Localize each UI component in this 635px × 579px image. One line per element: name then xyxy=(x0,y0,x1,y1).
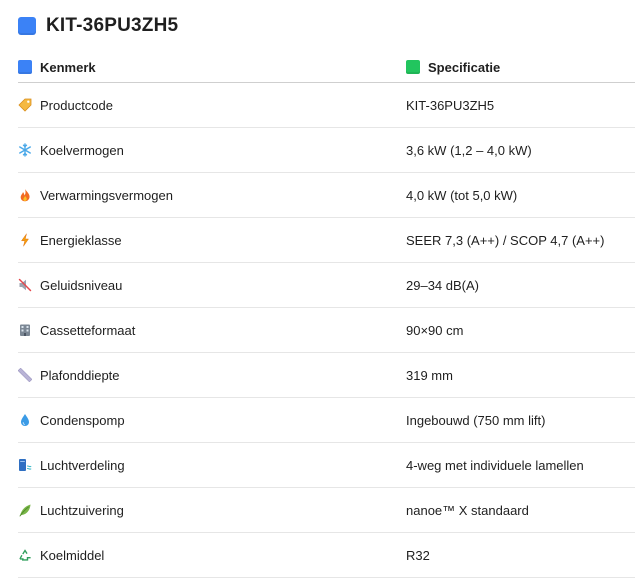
table-row: Luchtzuivering nanoe™ X standaard xyxy=(18,487,635,533)
row-value: 4,0 kW (tot 5,0 kW) xyxy=(406,172,635,218)
row-value: KIT-36PU3ZH5 xyxy=(406,82,635,128)
leaf-icon xyxy=(18,503,32,517)
lightning-icon xyxy=(18,233,32,247)
table-row: Plafonddiepte 319 mm xyxy=(18,352,635,398)
tag-icon xyxy=(18,98,32,112)
header-kenmerk: Kenmerk xyxy=(18,52,406,83)
header-kenmerk-label: Kenmerk xyxy=(40,59,96,75)
table-row: Verwarmingsvermogen 4,0 kW (tot 5,0 kW) xyxy=(18,172,635,218)
row-label: Condenspomp xyxy=(40,412,125,428)
building-icon xyxy=(18,323,32,337)
header-specificatie: Specificatie xyxy=(406,52,635,83)
row-label: Geluidsniveau xyxy=(40,277,123,293)
row-value: Ingebouwd (750 mm lift) xyxy=(406,397,635,443)
spec-table: Kenmerk Specificatie Productcode KIT-36P… xyxy=(18,52,635,578)
row-label: Productcode xyxy=(40,97,113,113)
table-header-row: Kenmerk Specificatie xyxy=(18,52,635,83)
ruler-icon xyxy=(18,368,32,382)
header-specificatie-label: Specificatie xyxy=(428,59,501,75)
table-row: Koelvermogen 3,6 kW (1,2 – 4,0 kW) xyxy=(18,127,635,173)
fire-icon xyxy=(18,188,32,202)
title-row: KIT-36PU3ZH5 xyxy=(18,0,635,52)
row-label: Luchtverdeling xyxy=(40,457,125,473)
row-value: 90×90 cm xyxy=(406,307,635,353)
row-value: SEER 7,3 (A++) / SCOP 4,7 (A++) xyxy=(406,217,635,263)
row-value: R32 xyxy=(406,532,635,578)
spec-page: KIT-36PU3ZH5 Kenmerk Specificatie Produc… xyxy=(0,0,635,579)
table-row: Energieklasse SEER 7,3 (A++) / SCOP 4,7 … xyxy=(18,217,635,263)
blue-square-icon xyxy=(18,60,32,74)
green-square-icon xyxy=(406,60,420,74)
blue-square-icon xyxy=(18,17,36,35)
mute-speaker-icon xyxy=(18,278,32,292)
row-label: Koelmiddel xyxy=(40,547,105,563)
row-label: Energieklasse xyxy=(40,232,122,248)
row-label: Koelvermogen xyxy=(40,142,124,158)
recycle-icon xyxy=(18,548,32,562)
row-value: 319 mm xyxy=(406,352,635,398)
row-value: 3,6 kW (1,2 – 4,0 kW) xyxy=(406,127,635,173)
page-title: KIT-36PU3ZH5 xyxy=(46,15,179,36)
airflow-icon xyxy=(18,458,32,472)
table-row: Cassetteformaat 90×90 cm xyxy=(18,307,635,353)
table-row: Geluidsniveau 29–34 dB(A) xyxy=(18,262,635,308)
table-row: Luchtverdeling 4-weg met individuele lam… xyxy=(18,442,635,488)
row-value: 4-weg met individuele lamellen xyxy=(406,442,635,488)
row-label: Luchtzuivering xyxy=(40,502,124,518)
snowflake-icon xyxy=(18,143,32,157)
table-row: Productcode KIT-36PU3ZH5 xyxy=(18,82,635,128)
row-label: Plafonddiepte xyxy=(40,367,120,383)
droplet-icon xyxy=(18,413,32,427)
row-label: Cassetteformaat xyxy=(40,322,136,338)
table-row: Koelmiddel R32 xyxy=(18,532,635,578)
row-label: Verwarmingsvermogen xyxy=(40,187,173,203)
row-value: nanoe™ X standaard xyxy=(406,487,635,533)
row-value: 29–34 dB(A) xyxy=(406,262,635,308)
table-row: Condenspomp Ingebouwd (750 mm lift) xyxy=(18,397,635,443)
